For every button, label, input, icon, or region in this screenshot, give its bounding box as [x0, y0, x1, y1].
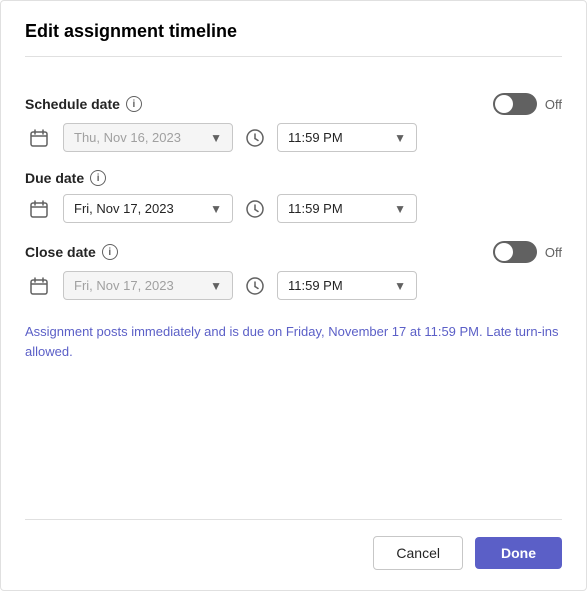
dialog-title: Edit assignment timeline [25, 21, 562, 57]
schedule-date-toggle-knob [495, 95, 513, 113]
schedule-date-toggle[interactable] [493, 93, 537, 115]
due-date-calendar-icon [25, 195, 53, 223]
due-date-picker[interactable]: Fri, Nov 17, 2023 ▼ [63, 194, 233, 223]
close-date-info-icon[interactable]: i [102, 244, 118, 260]
due-date-chevron: ▼ [210, 202, 222, 216]
schedule-time-chevron: ▼ [394, 131, 406, 145]
dialog-footer: Cancel Done [25, 519, 562, 570]
due-date-label: Due date i [25, 170, 106, 186]
close-time-chevron: ▼ [394, 279, 406, 293]
due-date-row: Fri, Nov 17, 2023 ▼ 11:59 PM ▼ [25, 194, 562, 223]
close-date-value: Fri, Nov 17, 2023 [74, 278, 204, 293]
due-date-section: Due date i Fri, Nov 17, 2023 ▼ [25, 170, 562, 223]
close-time-clock-icon [243, 274, 267, 298]
due-time-picker[interactable]: 11:59 PM ▼ [277, 194, 417, 223]
schedule-date-toggle-label: Off [545, 97, 562, 112]
schedule-time-value: 11:59 PM [288, 130, 388, 145]
due-time-chevron: ▼ [394, 202, 406, 216]
due-date-info-icon[interactable]: i [90, 170, 106, 186]
schedule-date-toggle-group: Off [493, 93, 562, 115]
close-date-label: Close date i [25, 244, 118, 260]
due-date-header: Due date i [25, 170, 562, 186]
close-date-toggle-group: Off [493, 241, 562, 263]
edit-timeline-dialog: Edit assignment timeline Schedule date i… [0, 0, 587, 591]
close-date-toggle-knob [495, 243, 513, 261]
schedule-date-header: Schedule date i Off [25, 93, 562, 115]
close-date-section: Close date i Off Fri, Nov 17, 202 [25, 241, 562, 300]
close-time-value: 11:59 PM [288, 278, 388, 293]
close-date-calendar-icon [25, 272, 53, 300]
due-time-clock-icon [243, 197, 267, 221]
info-text: Assignment posts immediately and is due … [25, 322, 562, 489]
close-date-header: Close date i Off [25, 241, 562, 263]
due-date-value: Fri, Nov 17, 2023 [74, 201, 204, 216]
close-date-row: Fri, Nov 17, 2023 ▼ 11:59 PM ▼ [25, 271, 562, 300]
schedule-date-calendar-icon [25, 124, 53, 152]
close-date-picker[interactable]: Fri, Nov 17, 2023 ▼ [63, 271, 233, 300]
done-button[interactable]: Done [475, 537, 562, 569]
schedule-date-chevron: ▼ [210, 131, 222, 145]
schedule-date-info-icon[interactable]: i [126, 96, 142, 112]
close-date-chevron: ▼ [210, 279, 222, 293]
schedule-time-picker[interactable]: 11:59 PM ▼ [277, 123, 417, 152]
schedule-date-row: Thu, Nov 16, 2023 ▼ 11:59 PM ▼ [25, 123, 562, 152]
close-date-toggle-label: Off [545, 245, 562, 260]
schedule-date-value: Thu, Nov 16, 2023 [74, 130, 204, 145]
close-date-toggle[interactable] [493, 241, 537, 263]
schedule-date-section: Schedule date i Off Thu, Nov 16, [25, 93, 562, 152]
schedule-date-picker[interactable]: Thu, Nov 16, 2023 ▼ [63, 123, 233, 152]
schedule-date-label: Schedule date i [25, 96, 142, 112]
close-time-picker[interactable]: 11:59 PM ▼ [277, 271, 417, 300]
due-time-value: 11:59 PM [288, 201, 388, 216]
cancel-button[interactable]: Cancel [373, 536, 463, 570]
schedule-time-clock-icon [243, 126, 267, 150]
